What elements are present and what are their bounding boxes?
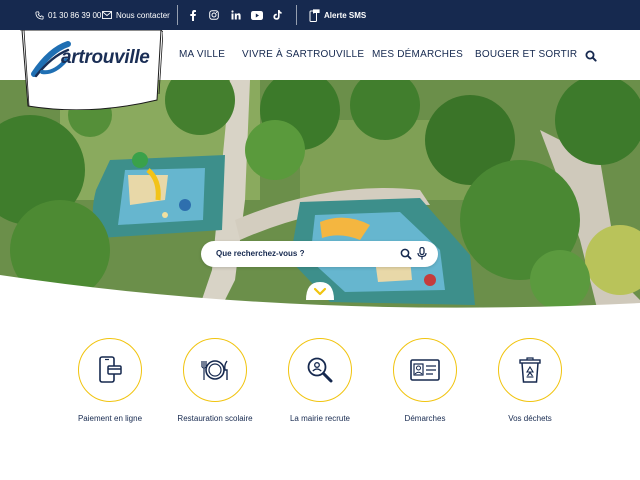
quick-access-circle: [288, 338, 352, 402]
sms-alert-label: Alerte SMS: [324, 10, 367, 20]
quick-access-label: Vos déchets: [508, 414, 552, 423]
site-logo[interactable]: artrouville: [20, 29, 164, 111]
quick-access-dechets[interactable]: Vos déchets: [475, 338, 585, 423]
instagram-icon: [209, 10, 219, 20]
phone-icon: [35, 10, 44, 20]
quick-access-demarches[interactable]: Démarches: [370, 338, 480, 423]
contact-label: Nous contacter: [116, 10, 170, 20]
decorative-mark: [264, 474, 272, 480]
logo-card-shape: [20, 29, 164, 111]
search-icon: [585, 50, 597, 62]
facebook-link[interactable]: [186, 8, 200, 22]
top-bar: 01 30 86 39 00 Nous contacter Alerte SMS: [0, 0, 640, 30]
recruit-magnifier-icon: [307, 357, 333, 383]
sms-alert-link[interactable]: Alerte SMS: [308, 0, 366, 30]
quick-access-circle: [393, 338, 457, 402]
nav-vivre-a-sartrouville[interactable]: VIVRE À SARTROUVILLE: [242, 49, 364, 60]
id-card-icon: [410, 359, 440, 381]
quick-access-label: Restauration scolaire: [177, 414, 253, 423]
tiktok-link[interactable]: [270, 8, 284, 22]
nav-mes-demarches[interactable]: MES DÉMARCHES: [372, 49, 463, 60]
hero-search-bar: Que recherchez-vous ?: [201, 241, 438, 267]
quick-access-circle: [78, 338, 142, 402]
phone-payment-icon: [99, 356, 122, 383]
facebook-icon: [190, 9, 196, 21]
quick-access-circle: [183, 338, 247, 402]
quick-access-paiement[interactable]: Paiement en ligne: [55, 338, 165, 423]
quick-access-circle: [498, 338, 562, 402]
search-icon: [400, 248, 412, 260]
sms-phone-icon: [309, 8, 320, 22]
quick-access-label: La mairie recrute: [289, 414, 351, 423]
microphone-icon: [417, 246, 427, 260]
divider: [177, 5, 178, 25]
quick-access-label: Démarches: [404, 414, 446, 423]
linkedin-icon: [231, 10, 241, 20]
youtube-icon: [251, 10, 263, 20]
scroll-down-button[interactable]: [306, 280, 334, 300]
search-submit-button[interactable]: [400, 247, 414, 261]
tiktok-icon: [272, 10, 282, 20]
linkedin-link[interactable]: [229, 8, 243, 22]
nav-bouger-et-sortir[interactable]: BOUGER ET SORTIR: [475, 49, 577, 60]
youtube-link[interactable]: [250, 8, 264, 22]
quick-access-label: Paiement en ligne: [77, 414, 143, 423]
search-input[interactable]: Que recherchez-vous ?: [216, 249, 304, 258]
quick-access-recrutement[interactable]: La mairie recrute: [265, 338, 375, 423]
phone-number: 01 30 86 39 00: [48, 10, 102, 20]
logo-text: artrouville: [61, 47, 150, 68]
envelope-icon: [102, 11, 112, 19]
contact-link[interactable]: Nous contacter: [102, 0, 170, 30]
nav-ma-ville[interactable]: MA VILLE: [179, 49, 225, 60]
header-search-button[interactable]: [585, 49, 597, 62]
recycle-bin-icon: [519, 357, 541, 383]
instagram-link[interactable]: [207, 8, 221, 22]
quick-access-restauration[interactable]: Restauration scolaire: [160, 338, 270, 423]
plate-cutlery-icon: [201, 360, 228, 380]
scroll-down-shape: [306, 282, 334, 300]
divider: [296, 5, 297, 25]
phone-link[interactable]: 01 30 86 39 00: [35, 0, 101, 30]
voice-search-button[interactable]: [417, 246, 431, 261]
